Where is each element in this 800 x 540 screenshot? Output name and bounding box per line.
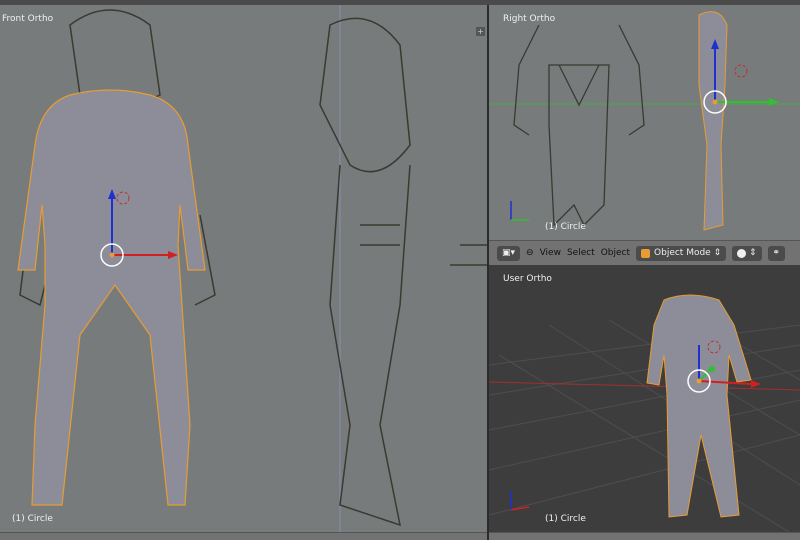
- menu-select[interactable]: Select: [567, 248, 595, 258]
- active-object-label: (1) Circle: [545, 222, 586, 232]
- viewport-label: Right Ortho: [503, 14, 556, 24]
- editor-type-button[interactable]: ▣▾: [497, 245, 521, 261]
- pivot-dropdown[interactable]: ⚭: [767, 245, 786, 261]
- right-viewport-header: ▣▾ ⊖ View Select Object Object Mode ⇕ ⇕ …: [489, 240, 800, 265]
- user-viewport-header: [489, 532, 800, 540]
- viewport-user[interactable]: User Ortho (1) Circle: [489, 265, 800, 532]
- active-object-label: (1) Circle: [12, 514, 53, 524]
- mode-label: Object Mode: [654, 248, 711, 258]
- viewport-right[interactable]: Right Ortho (1) Circle: [489, 5, 800, 240]
- viewport-front[interactable]: Front Ortho (1) Circle +: [0, 5, 487, 532]
- menu-view[interactable]: View: [540, 248, 561, 258]
- menu-object[interactable]: Object: [601, 248, 630, 258]
- user-scene: [489, 294, 800, 532]
- cube-icon: [641, 248, 651, 258]
- front-viewport-header: [0, 532, 487, 540]
- mode-dropdown[interactable]: Object Mode ⇕: [636, 245, 727, 261]
- sphere-icon: [737, 248, 747, 258]
- viewport-label: Front Ortho: [2, 14, 54, 24]
- viewport-label: User Ortho: [503, 274, 552, 284]
- collapse-menu-icon[interactable]: ⊖: [526, 248, 534, 258]
- right-scene: [489, 11, 800, 231]
- active-object-label: (1) Circle: [545, 514, 586, 524]
- front-scene: [17, 5, 487, 532]
- split-widget[interactable]: +: [476, 27, 485, 36]
- shading-dropdown[interactable]: ⇕: [732, 245, 762, 261]
